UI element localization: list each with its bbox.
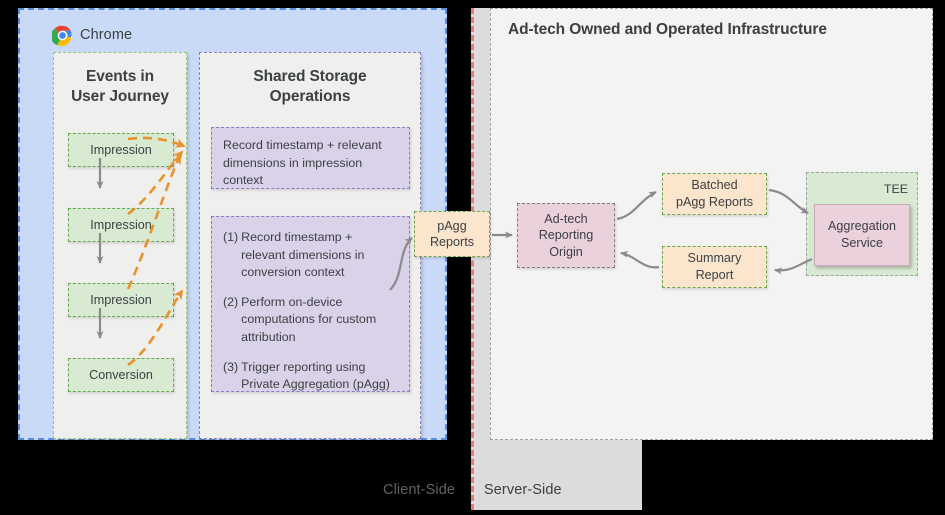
events-panel: Events in User Journey Impression Impres… xyxy=(53,52,187,439)
event-box-impression-2[interactable]: Impression xyxy=(68,208,174,242)
event-box-conversion[interactable]: Conversion xyxy=(68,358,174,392)
summary-report-line1: Summary xyxy=(687,251,742,266)
batched-pagg-reports-box[interactable]: Batched pAgg Reports xyxy=(662,173,767,215)
shared-storage-title-line1: Shared Storage xyxy=(253,68,367,85)
operation-text: Trigger reporting using Private Aggregat… xyxy=(241,359,390,392)
shared-storage-title-line2: Operations xyxy=(269,88,351,106)
events-panel-title: Events in User Journey xyxy=(54,67,186,108)
operation-text: Record timestamp + relevant dimensions i… xyxy=(223,138,382,188)
summary-report-box[interactable]: Summary Report xyxy=(662,246,767,288)
shared-storage-operations-panel: Shared Storage Operations Record timesta… xyxy=(199,52,421,439)
adtech-reporting-origin-box[interactable]: Ad-tech Reporting Origin xyxy=(517,203,615,268)
event-label: Impression xyxy=(90,143,152,157)
event-label: Impression xyxy=(90,218,152,232)
client-side-label: Client-Side xyxy=(383,482,456,498)
batched-reports-line1: Batched xyxy=(691,178,738,193)
batched-reports-line2: pAgg Reports xyxy=(675,195,753,209)
chrome-badge: Chrome xyxy=(52,24,132,46)
event-box-impression-1[interactable]: Impression xyxy=(68,133,174,167)
operation-number: (1) xyxy=(223,230,239,244)
pagg-reports-line1: pAgg xyxy=(437,218,467,233)
event-label: Impression xyxy=(90,293,152,307)
operation-list-item-2: (2) Perform on-device computations for c… xyxy=(223,294,398,347)
chrome-label: Chrome xyxy=(80,27,133,43)
summary-report-line2: Report xyxy=(695,268,734,282)
pagg-reports-box[interactable]: pAgg Reports xyxy=(414,211,490,257)
operation-box-conversion-context[interactable]: (1) Record timestamp + relevant dimensio… xyxy=(211,216,410,392)
aggregation-service-box[interactable]: Aggregation Service xyxy=(814,204,910,266)
chrome-logo-icon xyxy=(52,25,73,46)
operation-text: Perform on-device computations for custo… xyxy=(241,294,377,345)
shared-storage-panel-title: Shared Storage Operations xyxy=(200,67,420,108)
diagram-canvas: Chrome Events in User Journey Impression… xyxy=(0,0,945,515)
events-panel-title-line2: User Journey xyxy=(71,88,169,106)
event-label: Conversion xyxy=(89,368,153,382)
aggregation-service-line1: Aggregation xyxy=(828,219,896,234)
operation-list-item-1: (1) Record timestamp + relevant dimensio… xyxy=(223,229,398,282)
client-side-panel: Chrome Events in User Journey Impression… xyxy=(18,8,447,440)
tee-label: TEE xyxy=(883,182,908,196)
operation-number: (3) xyxy=(223,359,239,374)
operation-box-impression-context[interactable]: Record timestamp + relevant dimensions i… xyxy=(211,127,410,189)
event-box-impression-3[interactable]: Impression xyxy=(68,283,174,317)
server-side-label: Server-Side xyxy=(484,482,562,498)
reporting-origin-line1: Ad-tech xyxy=(544,211,588,226)
operation-number: (2) xyxy=(223,294,239,309)
aggregation-service-line2: Service xyxy=(840,236,883,250)
reporting-origin-line3: Origin xyxy=(549,244,583,259)
operation-text: Record timestamp + relevant dimensions i… xyxy=(241,230,365,280)
operation-list-item-3: (3) Trigger reporting using Private Aggr… xyxy=(223,359,398,394)
events-panel-title-line1: Events in xyxy=(85,68,154,85)
reporting-origin-line2: Reporting xyxy=(538,228,594,243)
pagg-reports-line2: Reports xyxy=(429,235,475,249)
adtech-infrastructure-title: Ad-tech Owned and Operated Infrastructur… xyxy=(508,21,827,38)
